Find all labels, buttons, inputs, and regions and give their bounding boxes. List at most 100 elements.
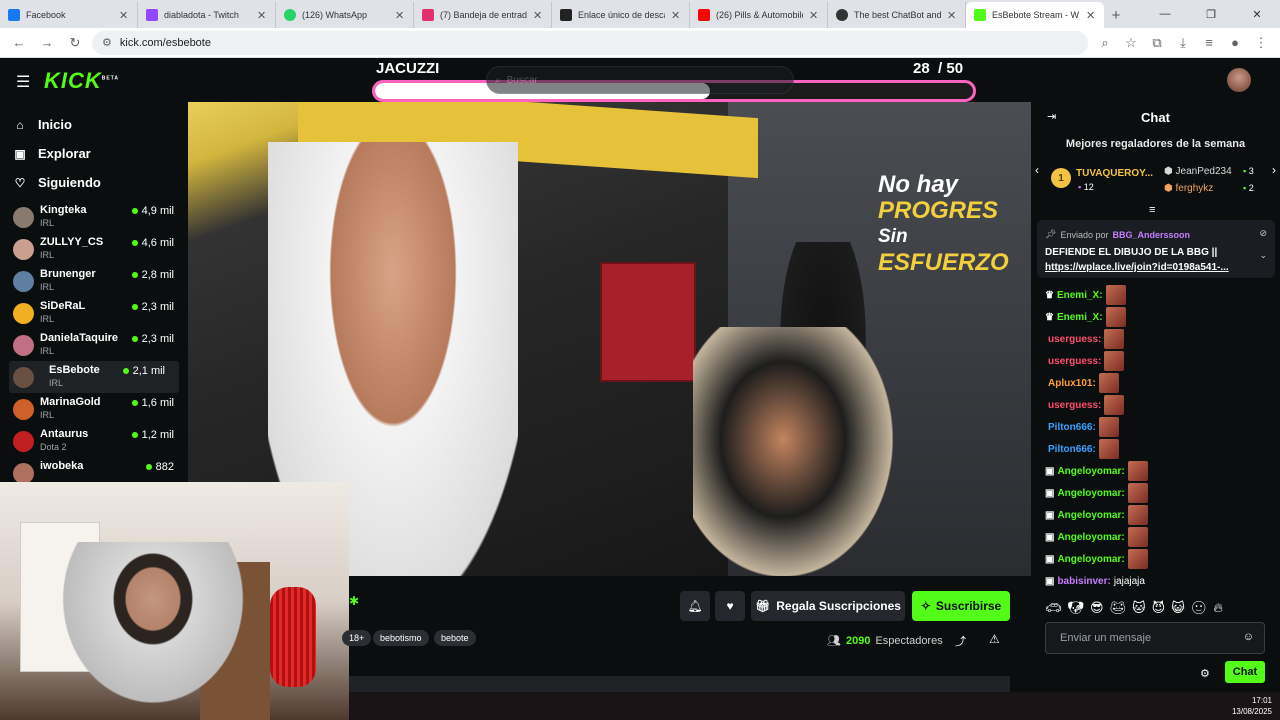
share-icon[interactable]: ⤴ [955, 633, 966, 649]
emote-icon[interactable]: 🐱︎ [1132, 600, 1146, 616]
channel-viewers: 2,3 mil [131, 301, 174, 313]
chat-username[interactable]: Pilton666: [1048, 444, 1096, 455]
emote-icon[interactable]: 🙂︎ [1191, 600, 1208, 616]
channel-name: iwobeka [40, 460, 84, 472]
chat-username[interactable]: babisinver: [1057, 576, 1110, 587]
chat-username[interactable]: Aplux101: [1048, 378, 1096, 389]
emoji-picker-icon[interactable]: ☺ [1243, 631, 1254, 643]
hamburger-menu-icon[interactable]: ☰ [16, 72, 30, 92]
chat-settings-icon[interactable]: ⚙ [1200, 667, 1210, 680]
chat-username[interactable]: Angeloyomar: [1057, 466, 1124, 477]
channel-avatar [13, 334, 34, 356]
extensions-icon[interactable]: ⧉ [1146, 32, 1168, 54]
close-tab-icon[interactable]: ✕ [257, 9, 267, 22]
chat-username[interactable]: Pilton666: [1048, 422, 1096, 433]
url-field[interactable]: ⚙ kick.com/esbebote [92, 30, 1088, 55]
emote-icon[interactable]: 🐶︎ [1068, 600, 1085, 616]
kick-logo[interactable]: KICKBETA [44, 68, 119, 94]
browser-tab-facebook[interactable]: Facebook ✕ [0, 2, 138, 28]
subscribe-button[interactable]: ✧ Suscribirse [912, 591, 1010, 621]
chat-message-input[interactable]: Enviar un mensaje ☺ [1045, 622, 1265, 654]
chat-username[interactable]: Angeloyomar: [1057, 554, 1124, 565]
pin-icon: 📌︎ [1045, 229, 1057, 239]
chat-username[interactable]: Angeloyomar: [1057, 532, 1124, 543]
media-icon[interactable]: ≡ [1198, 32, 1220, 54]
browser-tab-kick[interactable]: EsBebote Stream - W ✕ [966, 2, 1104, 28]
emote-icon[interactable]: 🔥︎ [1213, 600, 1223, 616]
sidebar-channel[interactable]: MarinaGold IRL 1,6 mil [0, 393, 188, 425]
nav-siguiendo[interactable]: ♡ Siguiendo [0, 168, 188, 197]
tag-18plus[interactable]: 18+ [342, 630, 372, 646]
bookmark-star-icon[interactable]: ☆ [1120, 32, 1142, 54]
forward-icon[interactable]: → [36, 32, 58, 54]
browser-tab-download[interactable]: Enlace único de descarga✕ [552, 2, 690, 28]
chevron-down-icon[interactable]: ⌄ [1259, 250, 1267, 261]
filter-icon[interactable]: ≡ [1149, 204, 1155, 216]
browser-tab-instagram[interactable]: (7) Bandeja de entrada - •✕ [414, 2, 552, 28]
gifter-name[interactable]: ⬢ ferghykz [1164, 183, 1213, 194]
chat-username[interactable]: userguess: [1048, 356, 1101, 367]
tag-bebotismo[interactable]: bebotismo [373, 630, 429, 646]
gifter-name[interactable]: ⬢ JeanPed234 [1164, 166, 1232, 177]
close-tab-icon[interactable]: ✕ [1086, 9, 1096, 22]
minimize-icon[interactable]: — [1142, 0, 1188, 28]
sidebar-channel[interactable]: Antaurus Dota 2 1,2 mil [0, 425, 188, 457]
chat-username[interactable]: Angeloyomar: [1057, 510, 1124, 521]
chat-username[interactable]: Angeloyomar: [1057, 488, 1124, 499]
pinned-link[interactable]: https://wplace.live/join?id=0198a541-... [1045, 262, 1245, 273]
browser-tab-whatsapp[interactable]: (126) WhatsApp ✕ [276, 2, 414, 28]
emote-icon[interactable]: 🚗︎ [1045, 600, 1062, 616]
new-tab-button[interactable]: + [1104, 2, 1128, 28]
close-tab-icon[interactable]: ✕ [671, 9, 681, 22]
reload-icon[interactable]: ↻ [64, 32, 86, 54]
sidebar-channel[interactable]: EsBebote IRL 2,1 mil [9, 361, 179, 393]
chat-username[interactable]: userguess: [1048, 400, 1101, 411]
chat-panel: ⇥ Chat Mejores regaladores de la semana … [1031, 102, 1280, 692]
site-info-icon[interactable]: ⚙ [102, 36, 112, 49]
emote-icon[interactable]: 😈︎ [1152, 600, 1166, 616]
close-tab-icon[interactable]: ✕ [809, 9, 819, 22]
browser-tab-chatbot[interactable]: The best ChatBot and W✕ [828, 2, 966, 28]
nav-explorar[interactable]: ▣ Explorar [0, 139, 188, 168]
sidebar-channel[interactable]: Kingteka IRL 4,9 mil [0, 201, 188, 233]
close-tab-icon[interactable]: ✕ [533, 9, 543, 22]
browser-tab-youtube[interactable]: (26) Pills & Automobiles ✕ [690, 2, 828, 28]
browser-tab-twitch[interactable]: diabladota - Twitch ✕ [138, 2, 276, 28]
downloads-icon[interactable]: ⤓ [1172, 32, 1194, 54]
emote-icon[interactable]: 😺︎ [1171, 600, 1185, 616]
profile-icon[interactable]: ● [1224, 32, 1246, 54]
sidebar-channel[interactable]: ZULLYY_CS IRL 4,6 mil [0, 233, 188, 265]
close-window-icon[interactable]: ✕ [1234, 0, 1280, 28]
notifications-button[interactable]: 🔔︎ [680, 591, 710, 621]
top-gifter-name[interactable]: TUVAQUEROY... [1076, 168, 1153, 179]
close-tab-icon[interactable]: ✕ [119, 9, 129, 22]
gift-subs-button[interactable]: 🎁︎ Regala Suscripciones [751, 591, 905, 621]
channel-name: SiDeRaL [40, 300, 86, 312]
search-input[interactable]: ⌕ Buscar [486, 66, 794, 94]
chevron-right-icon[interactable]: › [1272, 163, 1276, 177]
user-avatar[interactable] [1227, 68, 1251, 92]
maximize-icon[interactable]: ❐ [1188, 0, 1234, 28]
pinned-message[interactable]: 📌︎ Enviado por BBG_Anderssoon DEFIENDE EL … [1037, 220, 1275, 278]
nav-inicio[interactable]: ⌂ Inicio [0, 110, 188, 139]
emote-icon[interactable]: 😎︎ [1090, 600, 1104, 616]
sidebar-channel[interactable]: DanielaTaquire IRL 2,3 mil [0, 329, 188, 361]
follow-button[interactable]: ♥ [715, 591, 745, 621]
close-tab-icon[interactable]: ✕ [395, 9, 405, 22]
browser-menu-icon[interactable]: ⋮ [1250, 32, 1272, 54]
report-icon[interactable]: ⚠ [989, 632, 1000, 646]
hide-icon[interactable]: ⊘ [1259, 228, 1267, 239]
chat-username[interactable]: Enemi_X: [1057, 290, 1103, 301]
zoom-icon[interactable]: ⌕ [1094, 32, 1116, 54]
emote-icon[interactable]: 🐸︎ [1110, 600, 1127, 616]
tag-bebote[interactable]: bebote [434, 630, 476, 646]
back-icon[interactable]: ← [8, 32, 30, 54]
chevron-left-icon[interactable]: ‹ [1035, 163, 1039, 177]
sidebar-channel[interactable]: Brunenger IRL 2,8 mil [0, 265, 188, 297]
system-clock[interactable]: 17:01 13/08/2025 [1232, 695, 1272, 717]
close-tab-icon[interactable]: ✕ [947, 9, 957, 22]
send-chat-button[interactable]: Chat [1225, 661, 1265, 683]
chat-username[interactable]: userguess: [1048, 334, 1101, 345]
sidebar-channel[interactable]: SiDeRaL IRL 2,3 mil [0, 297, 188, 329]
chat-username[interactable]: Enemi_X: [1057, 312, 1103, 323]
